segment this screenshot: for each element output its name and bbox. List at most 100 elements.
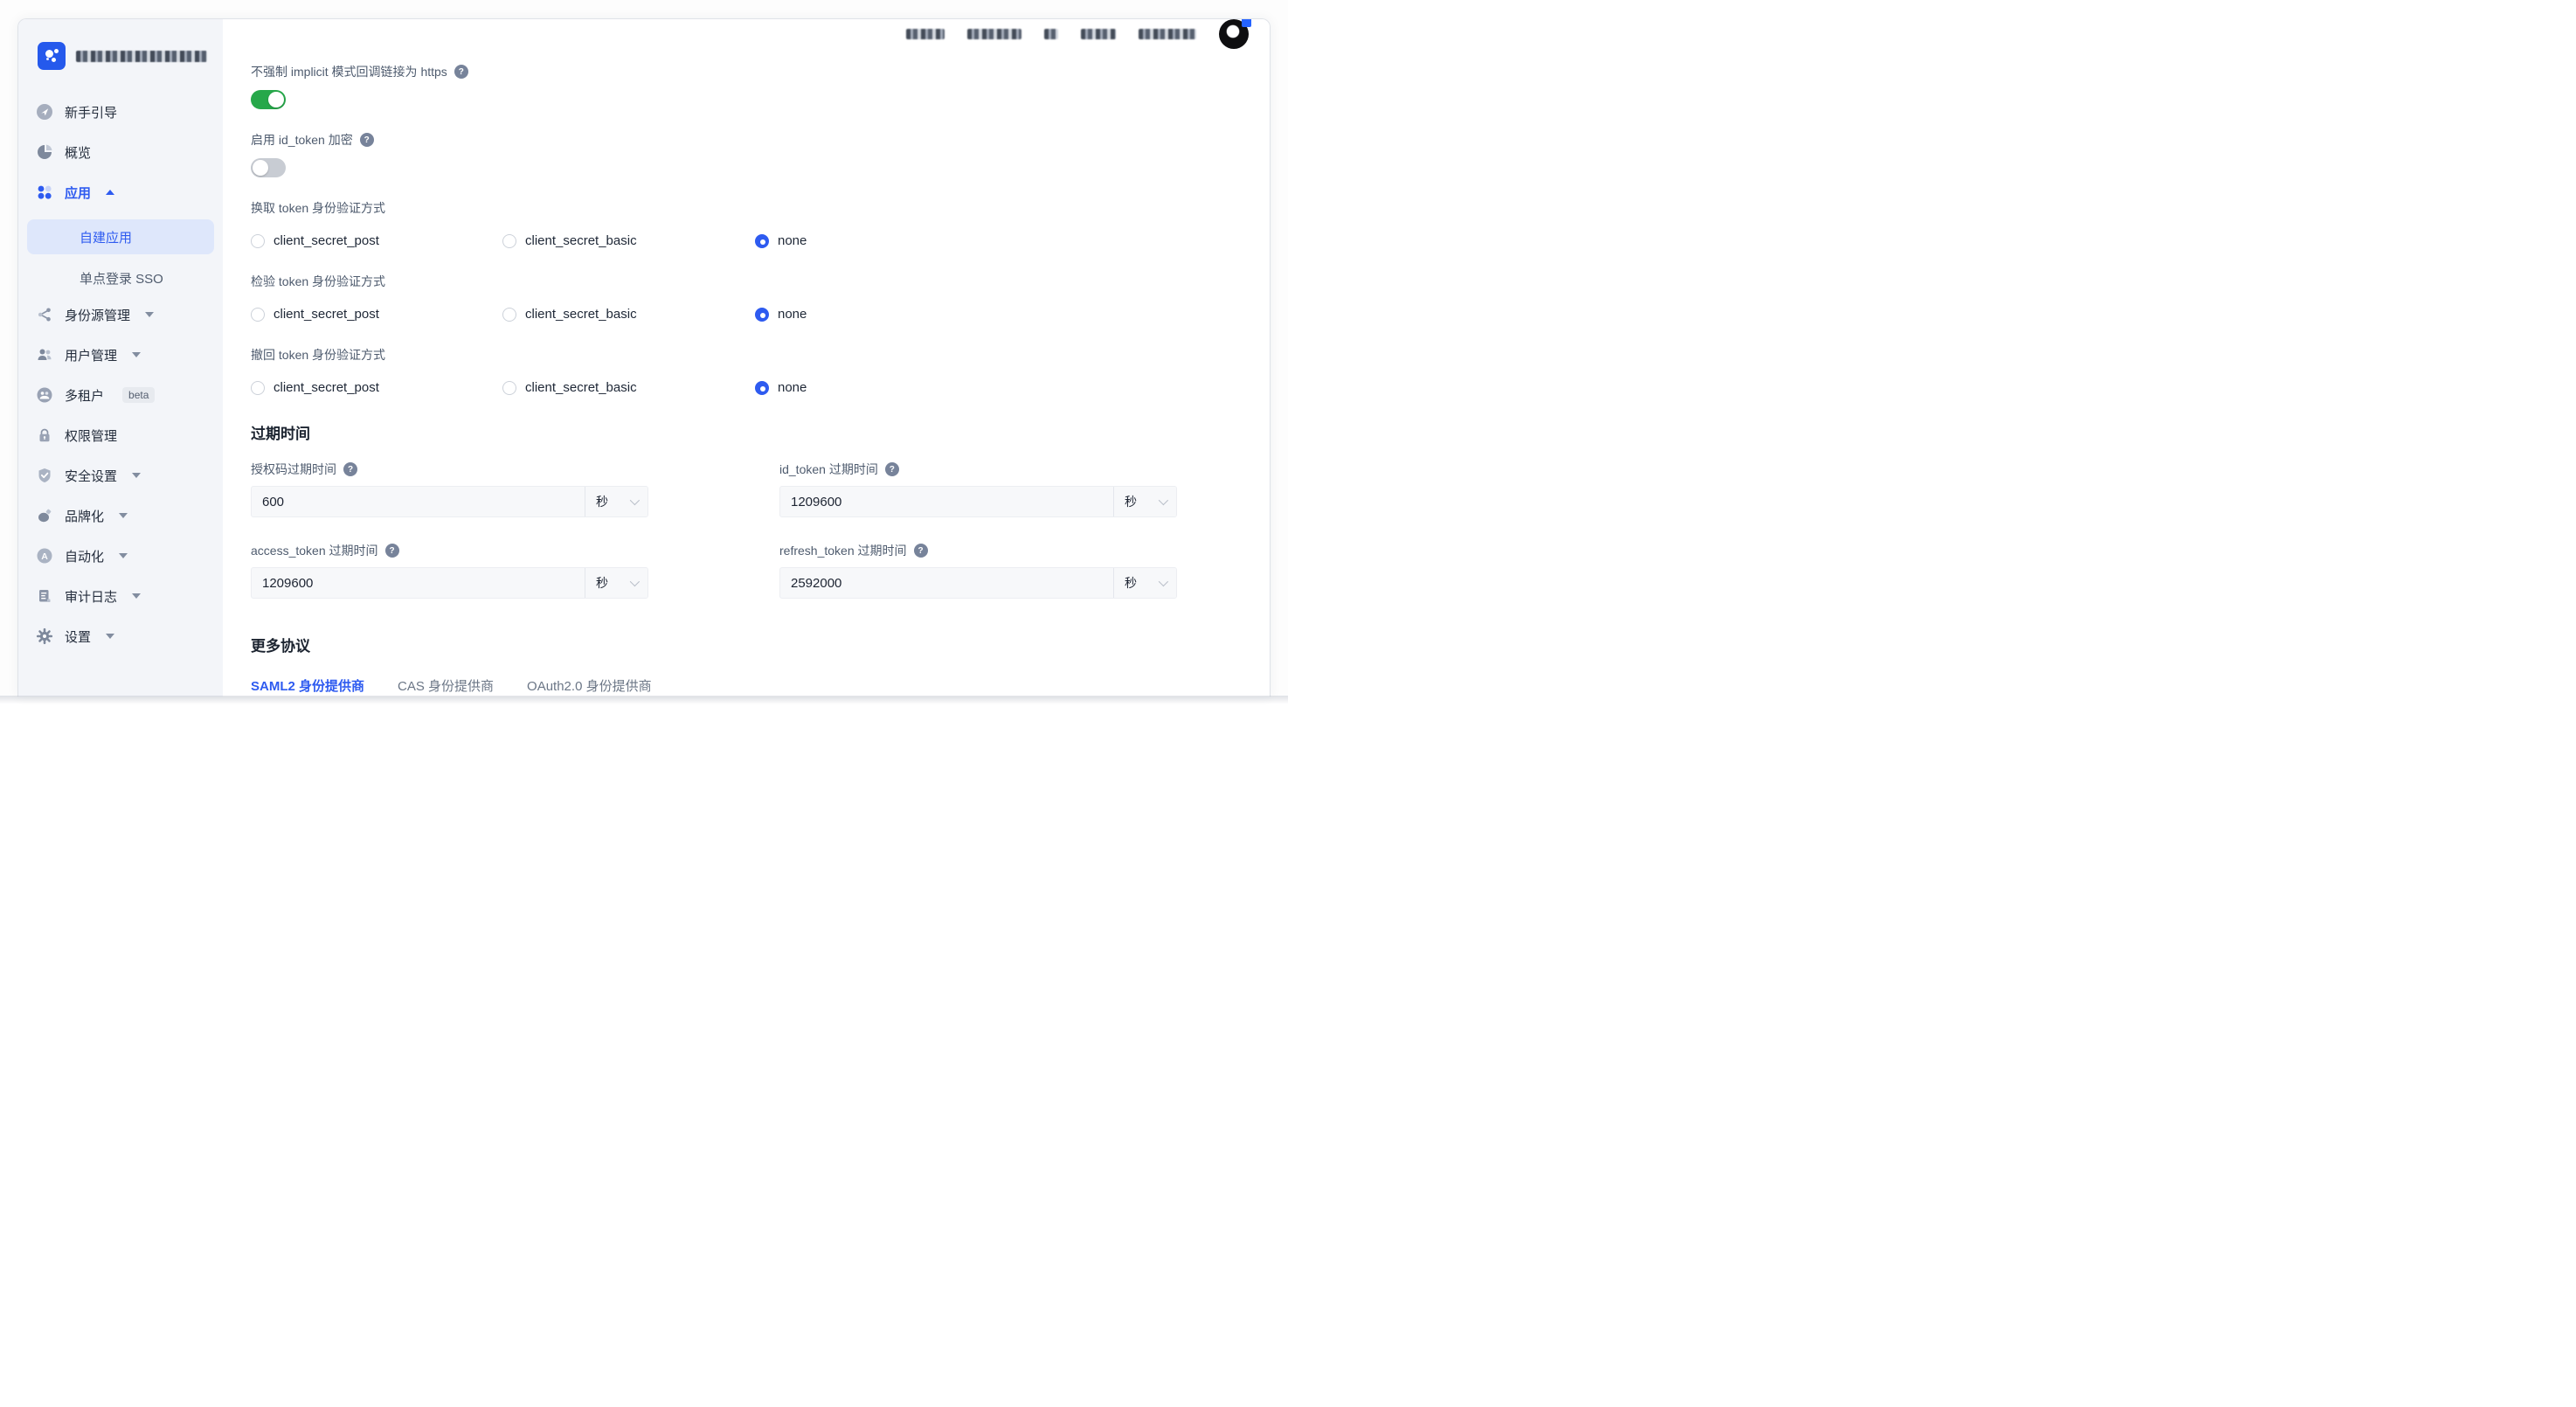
sidebar-item-self-built-apps[interactable]: 自建应用 bbox=[27, 219, 214, 254]
expiration-grid: 授权码过期时间 ? 秒 id_toke bbox=[251, 461, 1191, 599]
access-token-expiry-input[interactable] bbox=[252, 568, 585, 598]
sidebar-item-label: 用户管理 bbox=[65, 346, 117, 364]
sidebar-item-permissions[interactable]: 权限管理 bbox=[27, 422, 214, 448]
topbar-link-redacted[interactable] bbox=[967, 29, 1021, 39]
help-icon[interactable]: ? bbox=[343, 462, 357, 476]
radio-icon-checked bbox=[755, 381, 769, 395]
radio-icon bbox=[502, 234, 516, 248]
radio-client-secret-basic[interactable]: client_secret_basic bbox=[502, 307, 755, 322]
toggle-knob bbox=[268, 92, 284, 107]
chevron-down-icon bbox=[132, 352, 141, 357]
idtoken-encrypt-toggle[interactable] bbox=[251, 158, 286, 177]
sidebar-item-audit-logs[interactable]: 审计日志 bbox=[27, 583, 214, 609]
toggle-label-row: 启用 id_token 加密 ? bbox=[251, 131, 1191, 149]
sidebar-nav: 新手引导 概览 应用 自建应用 bbox=[18, 99, 223, 649]
sidebar-item-label: 安全设置 bbox=[65, 467, 117, 485]
app-window: 新手引导 概览 应用 自建应用 bbox=[17, 18, 1271, 697]
https-enforce-toggle[interactable] bbox=[251, 90, 286, 109]
group-label: 换取 token 身份验证方式 bbox=[251, 199, 385, 217]
audit-icon bbox=[36, 587, 53, 605]
gear-icon bbox=[36, 627, 53, 645]
radio-none[interactable]: none bbox=[755, 380, 1191, 395]
unit-select[interactable]: 秒 bbox=[1113, 568, 1176, 598]
sidebar-item-label: 品牌化 bbox=[65, 507, 104, 525]
sidebar-item-automation[interactable]: A 自动化 bbox=[27, 543, 214, 569]
sidebar-item-applications[interactable]: 应用 bbox=[27, 179, 214, 205]
sidebar-item-overview[interactable]: 概览 bbox=[27, 139, 214, 165]
unit-select[interactable]: 秒 bbox=[585, 487, 647, 516]
field-access-token-expiry: access_token 过期时间 ? 秒 bbox=[251, 542, 648, 599]
radio-icon bbox=[251, 308, 265, 322]
workspace-name-redacted bbox=[76, 51, 207, 62]
radio-client-secret-basic[interactable]: client_secret_basic bbox=[502, 380, 755, 395]
field-auth-code-expiry: 授权码过期时间 ? 秒 bbox=[251, 461, 648, 517]
help-icon[interactable]: ? bbox=[385, 544, 399, 558]
beta-badge: beta bbox=[122, 387, 155, 403]
shield-icon bbox=[36, 467, 53, 484]
chevron-down-icon bbox=[630, 496, 640, 505]
refresh-token-expiry-input[interactable] bbox=[780, 568, 1113, 598]
sidebar-item-user-management[interactable]: 用户管理 bbox=[27, 342, 214, 368]
unit-select[interactable]: 秒 bbox=[585, 568, 647, 598]
radio-none[interactable]: none bbox=[755, 233, 1191, 248]
user-avatar[interactable] bbox=[1219, 19, 1249, 49]
tab-cas-idp[interactable]: CAS 身份提供商 bbox=[398, 676, 494, 697]
sidebar-item-sso[interactable]: 单点登录 SSO bbox=[27, 265, 214, 291]
help-icon[interactable]: ? bbox=[885, 462, 899, 476]
workspace-logo-icon bbox=[38, 42, 66, 70]
page: 新手引导 概览 应用 自建应用 bbox=[0, 0, 1288, 704]
radio-group-revoke-token: 撤回 token 身份验证方式 client_secret_post clien… bbox=[251, 346, 1191, 395]
sidebar-item-branding[interactable]: 品牌化 bbox=[27, 502, 214, 529]
toggle-knob bbox=[253, 160, 268, 176]
protocol-tabs: SAML2 身份提供商 CAS 身份提供商 OAuth2.0 身份提供商 bbox=[251, 676, 1191, 697]
field-label: 启用 id_token 加密 bbox=[251, 131, 353, 149]
section-heading-expiration: 过期时间 bbox=[251, 421, 1191, 443]
auth-code-expiry-input[interactable] bbox=[252, 487, 585, 516]
sidebar-item-identity-sources[interactable]: 身份源管理 bbox=[27, 302, 214, 328]
sidebar-item-label: 身份源管理 bbox=[65, 306, 130, 324]
sidebar-item-onboarding[interactable]: 新手引导 bbox=[27, 99, 214, 125]
sidebar: 新手引导 概览 应用 自建应用 bbox=[18, 19, 223, 697]
settings-form: 不强制 implicit 模式回调链接为 https ? 启用 id_token… bbox=[223, 49, 1270, 697]
topbar-link-redacted[interactable] bbox=[1044, 29, 1058, 39]
sidebar-item-label: 应用 bbox=[65, 184, 91, 202]
radio-client-secret-post[interactable]: client_secret_post bbox=[251, 233, 502, 248]
radio-client-secret-basic[interactable]: client_secret_basic bbox=[502, 233, 755, 248]
tab-oauth2-idp[interactable]: OAuth2.0 身份提供商 bbox=[527, 676, 652, 697]
field-id-token-expiry: id_token 过期时间 ? 秒 bbox=[779, 461, 1177, 517]
radio-client-secret-post[interactable]: client_secret_post bbox=[251, 380, 502, 395]
topbar-link-redacted[interactable] bbox=[906, 29, 945, 39]
help-icon[interactable]: ? bbox=[454, 65, 468, 79]
window-bottom-shadow bbox=[0, 696, 1288, 704]
pie-chart-icon bbox=[36, 143, 53, 161]
field-refresh-token-expiry: refresh_token 过期时间 ? 秒 bbox=[779, 542, 1177, 599]
sidebar-item-label: 单点登录 SSO bbox=[80, 269, 163, 288]
help-icon[interactable]: ? bbox=[360, 133, 374, 147]
field-label: refresh_token 过期时间 bbox=[779, 542, 907, 559]
topbar-link-redacted[interactable] bbox=[1139, 29, 1196, 39]
group-label: 撤回 token 身份验证方式 bbox=[251, 346, 385, 364]
automation-icon: A bbox=[36, 547, 53, 565]
radio-icon bbox=[502, 381, 516, 395]
tenant-icon bbox=[36, 386, 53, 404]
radio-group-introspect-token: 检验 token 身份验证方式 client_secret_post clien… bbox=[251, 273, 1191, 322]
group-label: 检验 token 身份验证方式 bbox=[251, 273, 385, 290]
tab-saml2-idp[interactable]: SAML2 身份提供商 bbox=[251, 676, 364, 697]
chevron-up-icon bbox=[106, 190, 114, 195]
help-icon[interactable]: ? bbox=[914, 544, 928, 558]
sidebar-item-security-settings[interactable]: 安全设置 bbox=[27, 462, 214, 489]
sidebar-item-label: 权限管理 bbox=[65, 426, 117, 445]
chevron-down-icon bbox=[119, 513, 128, 518]
sidebar-item-settings[interactable]: 设置 bbox=[27, 623, 214, 649]
radio-none[interactable]: none bbox=[755, 307, 1191, 322]
id-token-expiry-input[interactable] bbox=[780, 487, 1113, 516]
sidebar-item-label: 多租户 bbox=[65, 386, 104, 405]
field-label: access_token 过期时间 bbox=[251, 542, 378, 559]
share-icon bbox=[36, 306, 53, 323]
topbar bbox=[223, 19, 1270, 49]
unit-select[interactable]: 秒 bbox=[1113, 487, 1176, 516]
topbar-link-redacted[interactable] bbox=[1081, 29, 1116, 39]
sidebar-item-multi-tenant[interactable]: 多租户 beta bbox=[27, 382, 214, 408]
field-label: id_token 过期时间 bbox=[779, 461, 878, 478]
radio-client-secret-post[interactable]: client_secret_post bbox=[251, 307, 502, 322]
